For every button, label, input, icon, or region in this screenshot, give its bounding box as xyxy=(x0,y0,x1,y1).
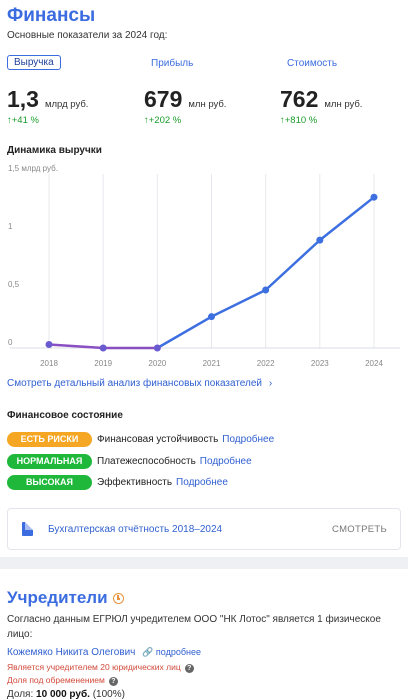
efficiency-more-link[interactable]: Подробнее xyxy=(176,477,228,488)
finance-subtitle: Основные показатели за 2024 год: xyxy=(7,30,168,41)
tab-revenue[interactable]: Выручка xyxy=(7,55,61,70)
data-point xyxy=(316,236,324,244)
help-icon[interactable]: ? xyxy=(108,677,118,686)
y-tick-label: 1 xyxy=(8,222,13,231)
tab-value[interactable]: Стоимость xyxy=(287,58,337,69)
founder-companies-note: Является учредителем 20 юридических лиц? xyxy=(7,662,194,673)
detail-analysis-link[interactable]: Смотреть детальный анализ финансовых пок… xyxy=(7,378,272,389)
data-point xyxy=(262,286,270,294)
state-title: Финансовое состояние xyxy=(7,410,123,421)
founder-name-link[interactable]: Кожемяко Никита Олегович xyxy=(7,647,135,658)
founders-title-text: Учредители xyxy=(7,588,108,607)
revenue-number: 1,3 xyxy=(7,86,39,112)
revenue-value: 1,3 млрд руб. xyxy=(7,86,88,113)
founders-description: Согласно данным ЕГРЮЛ учредителем ООО "Н… xyxy=(7,614,381,640)
cost-growth: ↑+810 % xyxy=(280,115,318,126)
data-point xyxy=(370,193,378,201)
profit-growth: ↑+202 % xyxy=(144,115,182,126)
view-report-button[interactable]: СМОТРЕТЬ xyxy=(332,524,387,535)
link-icon: 🔗 xyxy=(142,647,154,657)
y-tick-label: 1,5 млрд руб. xyxy=(8,164,58,173)
cost-unit: млн руб. xyxy=(324,99,363,110)
revenue-unit: млрд руб. xyxy=(44,99,89,110)
solvency-more-link[interactable]: Подробнее xyxy=(200,456,252,467)
x-tick-label: 2022 xyxy=(257,359,275,368)
encumbrance-note: Доля под обременением? xyxy=(7,675,118,686)
share-percent: (100%) xyxy=(92,689,125,699)
accounting-report-row[interactable]: Бухгалтерская отчётность 2018–2024 СМОТР… xyxy=(7,508,401,550)
state-row-efficiency: ВЫСОКАЯ Эффективность Подробнее xyxy=(7,475,228,490)
document-icon xyxy=(22,522,33,536)
high-badge: ВЫСОКАЯ xyxy=(7,475,92,490)
state-label: Эффективность xyxy=(97,477,173,488)
y-tick-label: 0 xyxy=(8,338,13,347)
profit-unit: млн руб. xyxy=(188,99,227,110)
share-value: 10 000 руб. xyxy=(36,689,90,699)
share-label: Доля: xyxy=(7,689,34,699)
founders-title: Учредители xyxy=(7,588,124,608)
founder-row: Кожемяко Никита Олегович 🔗 подробнее xyxy=(7,647,201,658)
companies-note-text: Является учредителем 20 юридических лиц xyxy=(7,662,181,672)
tab-profit[interactable]: Прибыль xyxy=(151,58,193,69)
founder-more-label: подробнее xyxy=(155,647,201,657)
revenue-growth: ↑+41 % xyxy=(7,115,39,126)
x-tick-label: 2019 xyxy=(94,359,112,368)
cost-number: 762 xyxy=(280,86,319,112)
chart-title: Динамика выручки xyxy=(7,145,102,156)
founder-share: Доля: 10 000 руб. (100%) xyxy=(7,689,125,699)
x-tick-label: 2021 xyxy=(203,359,221,368)
finance-card: Финансы Основные показатели за 2024 год:… xyxy=(0,0,408,557)
revenue-chart: 1,5 млрд руб. 1 0,5 0 2018 2019 2020 2021 2022 2… xyxy=(8,164,400,368)
data-point xyxy=(99,344,107,352)
cost-value: 762 млн руб. xyxy=(280,86,362,113)
founder-more-link[interactable]: 🔗 подробнее xyxy=(142,647,201,657)
x-tick-label: 2024 xyxy=(365,359,383,368)
x-tick-label: 2020 xyxy=(148,359,166,368)
data-point xyxy=(208,313,215,321)
detail-analysis-label: Смотреть детальный анализ финансовых пок… xyxy=(7,378,263,389)
stability-more-link[interactable]: Подробнее xyxy=(222,434,274,445)
profit-number: 679 xyxy=(144,86,183,112)
encumbrance-note-text: Доля под обременением xyxy=(7,675,105,685)
state-label: Финансовая устойчивость xyxy=(97,434,219,445)
data-point xyxy=(45,341,53,349)
history-clock-icon[interactable] xyxy=(112,593,124,605)
state-row-stability: ЕСТЬ РИСКИ Финансовая устойчивость Подро… xyxy=(7,432,274,447)
x-tick-label: 2023 xyxy=(311,359,329,368)
report-title[interactable]: Бухгалтерская отчётность 2018–2024 xyxy=(48,524,222,535)
normal-badge: НОРМАЛЬНАЯ xyxy=(7,454,92,469)
y-tick-label: 0,5 xyxy=(8,280,20,289)
state-row-solvency: НОРМАЛЬНАЯ Платежеспособность Подробнее xyxy=(7,454,252,469)
profit-value: 679 млн руб. xyxy=(144,86,226,113)
finance-title: Финансы xyxy=(7,5,96,26)
data-point xyxy=(153,344,161,352)
help-icon[interactable]: ? xyxy=(184,664,194,673)
risk-badge: ЕСТЬ РИСКИ xyxy=(7,432,92,447)
state-label: Платежеспособность xyxy=(97,456,196,467)
x-tick-label: 2018 xyxy=(40,359,58,368)
chevron-right-icon: › xyxy=(268,378,273,389)
